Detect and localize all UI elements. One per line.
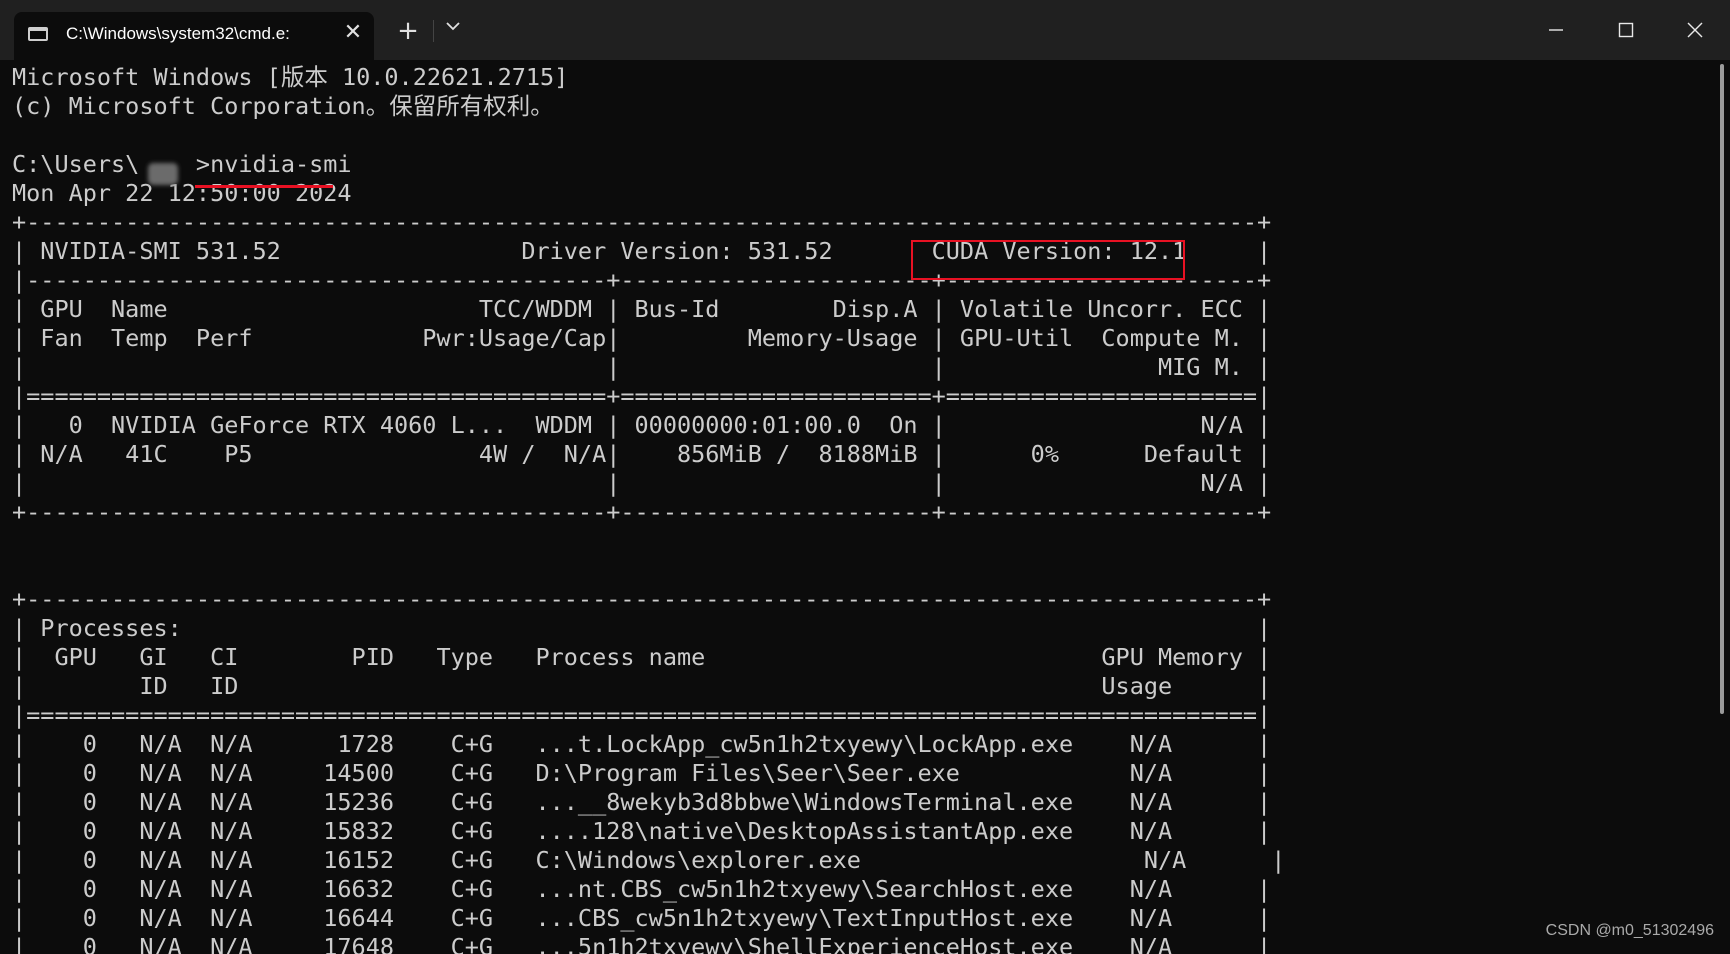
console-line: Microsoft Windows [版本 10.0.22621.2715] [12, 63, 569, 91]
tab-separator [433, 20, 434, 42]
console-line: | 0 N/A N/A 15832 C+G ....128\native\Des… [12, 817, 1272, 845]
minimize-button[interactable] [1521, 0, 1591, 60]
console-line: | Processes: | [12, 614, 1272, 642]
tab-title: C:\Windows\system32\cmd.e: [66, 24, 290, 43]
redacted-username [148, 163, 178, 185]
close-icon[interactable]: ✕ [340, 20, 366, 46]
console-line: | | | N/A | [12, 469, 1272, 497]
console-line: | NVIDIA-SMI 531.52 Driver Version: 531.… [12, 237, 1272, 265]
console-line: (c) Microsoft Corporation。保留所有权利。 [12, 92, 554, 120]
console-line: | 0 N/A N/A 17648 C+G ...5n1h2txyewy\She… [12, 933, 1272, 954]
console-line: +---------------------------------------… [12, 498, 1272, 526]
console-lines: Microsoft Windows [版本 10.0.22621.2715] (c… [12, 63, 1712, 954]
console-line: | GPU GI CI PID Type Process name GPU Me… [12, 643, 1272, 671]
console-line: | 0 N/A N/A 16632 C+G ...nt.CBS_cw5n1h2t… [12, 875, 1272, 903]
maximize-button[interactable] [1591, 0, 1661, 60]
scrollbar[interactable] [1720, 64, 1724, 714]
console-line: | N/A 41C P5 4W / N/A| 856MiB / 8188MiB … [12, 440, 1272, 468]
tab-cmd[interactable]: C:\Windows\system32\cmd.e: ✕ [14, 12, 374, 60]
watermark: CSDN @m0_51302496 [1545, 922, 1714, 939]
console-line: | ID ID Usage | [12, 672, 1272, 700]
command-highlight-underline [195, 185, 333, 188]
console-line: | 0 N/A N/A 14500 C+G D:\Program Files\S… [12, 759, 1272, 787]
console-line: Mon Apr 22 12:50:00 2024 [12, 179, 352, 207]
console-line: |=======================================… [12, 701, 1272, 729]
maximize-icon [1618, 22, 1634, 38]
chevron-down-icon[interactable] [438, 22, 468, 44]
console-line: | GPU Name TCC/WDDM | Bus-Id Disp.A | Vo… [12, 295, 1272, 323]
console-line: C:\Users\ >nvidia-smi [12, 150, 352, 178]
close-window-icon [1687, 22, 1703, 38]
console-line: +---------------------------------------… [12, 585, 1272, 613]
terminal-icon [28, 27, 48, 41]
terminal-window: C:\Windows\system32\cmd.e: ✕ + Microsoft… [0, 0, 1730, 954]
console-line: |---------------------------------------… [12, 266, 1272, 294]
title-bar[interactable]: C:\Windows\system32\cmd.e: ✕ + [0, 0, 1730, 60]
console-line: | 0 NVIDIA GeForce RTX 4060 L... WDDM | … [12, 411, 1272, 439]
console-line: |=======================================… [12, 382, 1272, 410]
close-window-button[interactable] [1660, 0, 1730, 60]
console-line: | 0 N/A N/A 1728 C+G ...t.LockApp_cw5n1h… [12, 730, 1272, 758]
console-line: | 0 N/A N/A 16644 C+G ...CBS_cw5n1h2txye… [12, 904, 1272, 932]
console-line: +---------------------------------------… [12, 208, 1272, 236]
console-line: | 0 N/A N/A 16152 C+G C:\Windows\explore… [12, 846, 1286, 874]
cuda-version-highlight-box [911, 240, 1185, 280]
console-line: | 0 N/A N/A 15236 C+G ...__8wekyb3d8bbwe… [12, 788, 1272, 816]
console-line: | Fan Temp Perf Pwr:Usage/Cap| Memory-Us… [12, 324, 1272, 352]
console-output[interactable]: Microsoft Windows [版本 10.0.22621.2715] (c… [12, 63, 1712, 954]
plus-icon[interactable]: + [393, 16, 423, 46]
minimize-icon [1549, 29, 1563, 31]
console-line: | | | MIG M. | [12, 353, 1272, 381]
